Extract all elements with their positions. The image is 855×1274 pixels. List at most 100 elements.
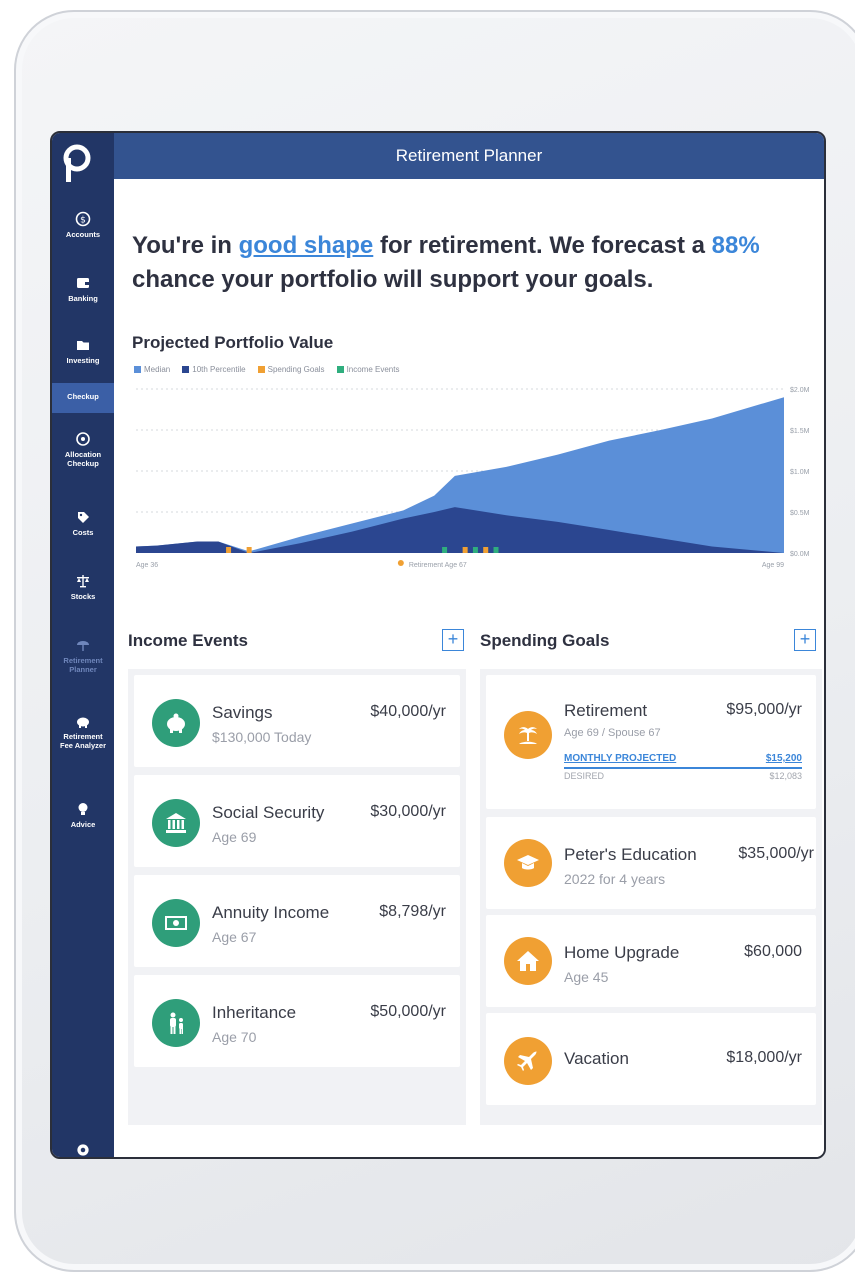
income-name: Annuity Income [212, 903, 330, 922]
income-detail: Age 69 [212, 829, 257, 845]
spending-detail: Age 69 / Spouse 67 [564, 727, 661, 739]
spending-amount: $95,000/yr [726, 701, 802, 718]
income-name: Social Security [212, 803, 325, 822]
svg-text:$: $ [80, 216, 86, 226]
income-detail: Age 70 [212, 1029, 257, 1045]
sidebar-item-advice[interactable]: Advice [52, 801, 114, 829]
income-card-inheritance[interactable]: Inheritance Age 70 $50,000/yr [134, 975, 460, 1067]
income-icon [152, 799, 200, 847]
spending-icon [504, 937, 552, 985]
sidebar-item-label: Banking [68, 294, 98, 303]
settings-gear-icon[interactable] [74, 1141, 92, 1159]
wallet-icon [77, 278, 89, 288]
spending-goal-marker [483, 547, 489, 553]
sidebar-item-stocks[interactable]: Stocks [52, 573, 114, 601]
sidebar-item-banking[interactable]: Banking [52, 275, 114, 303]
sidebar-item-allocation-checkup[interactable]: Allocation Checkup [52, 431, 114, 468]
house-icon [517, 951, 539, 971]
top-bar: Retirement Planner [114, 133, 824, 179]
lightbulb-icon [78, 803, 88, 815]
income-amount: $50,000/yr [370, 1003, 446, 1020]
folder-icon [77, 341, 89, 350]
legend-label: Spending Goals [267, 365, 325, 374]
income-detail: $130,000 Today [212, 729, 312, 745]
sidebar-item-label: Retirement Fee Analyzer [60, 732, 106, 750]
spending-amount: $18,000/yr [726, 1049, 802, 1066]
headline-prefix: You're in [132, 232, 239, 259]
spending-card-home-upgrade[interactable]: Home Upgrade Age 45 $60,000 [486, 915, 816, 1007]
sidebar-item-fee-analyzer[interactable]: Retirement Fee Analyzer [52, 713, 114, 750]
headline-suffix: chance your portfolio will support your … [132, 266, 654, 293]
piggy-icon [77, 717, 89, 728]
income-icon [152, 999, 200, 1047]
sidebar-item-label: Accounts [65, 230, 101, 239]
sidebar-item-label: Allocation Checkup [64, 450, 102, 468]
x-end-label: Age 99 [762, 562, 784, 569]
dollar-circle-icon: $ [75, 211, 91, 227]
app-screen: $ Accounts Banking Investing Checkup All… [50, 131, 826, 1159]
spending-name: Vacation [564, 1049, 629, 1068]
x-retirement-label: Retirement Age 67 [409, 562, 467, 569]
income-card-annuity[interactable]: Annuity Income Age 67 $8,798/yr [134, 875, 460, 967]
sidebar-item-checkup[interactable]: Checkup [52, 383, 114, 413]
sidebar-item-costs[interactable]: Costs [52, 509, 114, 537]
main-content: You're in good shape for retirement. We … [114, 179, 824, 1157]
good-shape-link[interactable]: good shape [239, 232, 374, 259]
sidebar-item-retirement-planner[interactable]: Retirement Planner [52, 637, 114, 674]
legend-label: Median [144, 365, 171, 374]
app-logo[interactable] [60, 143, 94, 187]
graduation-cap-icon [517, 855, 539, 870]
spending-goal-marker [226, 547, 232, 553]
bank-building-icon [166, 813, 186, 833]
spending-amount: $60,000 [744, 943, 802, 960]
legend-item-median: Median [134, 365, 170, 374]
spending-detail: Age 45 [564, 969, 609, 985]
add-income-event-button[interactable]: + [442, 629, 464, 651]
portfolio-chart: $2.0M $1.5M $1.0M $0.5M $0.0M Age 36 Retiremen… [136, 387, 810, 569]
income-icon [152, 899, 200, 947]
spending-card-vacation[interactable]: Vacation $18,000/yr [486, 1013, 816, 1105]
sidebar-item-investing[interactable]: Investing [52, 337, 114, 365]
sidebar-item-label: Costs [72, 528, 94, 537]
spending-card-education[interactable]: Peter's Education 2022 for 4 years $35,0… [486, 817, 816, 909]
monthly-projected-bar [564, 767, 802, 769]
spending-name: Home Upgrade [564, 943, 680, 962]
spending-detail: 2022 for 4 years [564, 871, 666, 887]
palm-island-icon [519, 727, 537, 744]
target-icon [76, 432, 90, 446]
spending-goal-marker [246, 547, 252, 553]
legend-item-spending-goals: Spending Goals [257, 365, 325, 374]
chart-title: Projected Portfolio Value [132, 333, 334, 352]
income-card-savings[interactable]: Savings $130,000 Today $40,000/yr [134, 675, 460, 767]
spending-amount: $35,000/yr [738, 845, 814, 862]
page-title: Retirement Planner [395, 146, 543, 165]
piggy-bank-icon [167, 713, 185, 733]
umbrella-chair-icon [77, 641, 89, 651]
spending-name: Retirement [564, 701, 648, 720]
legend-item-10th-percentile: 10th Percentile [182, 365, 246, 374]
add-spending-goal-button[interactable]: + [794, 629, 816, 651]
sidebar: $ Accounts Banking Investing Checkup All… [52, 133, 114, 1157]
y-tick-label: $2.0M [790, 387, 810, 394]
legend-item-income-events: Income Events [336, 365, 399, 374]
income-events-title: Income Events [128, 631, 248, 650]
forecast-headline: You're in good shape for retirement. We … [132, 229, 782, 297]
spending-icon [504, 1037, 552, 1085]
elderly-person-icon [170, 1012, 183, 1034]
income-event-marker [493, 547, 499, 553]
income-icon [152, 699, 200, 747]
spending-icon [504, 711, 552, 759]
income-card-social-security[interactable]: Social Security Age 69 $30,000/yr [134, 775, 460, 867]
income-detail: Age 67 [212, 929, 257, 945]
monthly-projected-label: MONTHLY PROJECTED [564, 753, 677, 764]
spending-card-retirement[interactable]: Retirement Age 69 / Spouse 67 $95,000/yr… [486, 675, 816, 809]
y-tick-label: $0.0M [790, 551, 810, 558]
sidebar-item-accounts[interactable]: $ Accounts [52, 211, 114, 239]
tag-icon [78, 512, 89, 523]
retirement-marker-icon [397, 560, 404, 566]
y-tick-label: $1.5M [790, 428, 810, 435]
income-amount: $40,000/yr [370, 703, 446, 720]
sidebar-item-label: Advice [70, 820, 96, 829]
desired-label: DESIRED [564, 771, 605, 781]
success-percentage: 88% [711, 232, 760, 259]
